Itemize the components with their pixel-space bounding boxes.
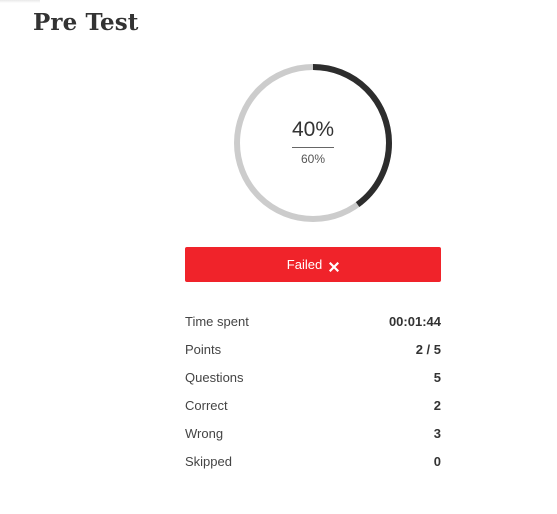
failed-status-button[interactable]: Failed <box>185 247 441 282</box>
stat-row-skipped: Skipped 0 <box>185 447 441 475</box>
page-title: Pre Test <box>33 9 139 36</box>
stat-row-points: Points 2 / 5 <box>185 335 441 363</box>
stat-label: Correct <box>185 397 228 413</box>
stat-label: Wrong <box>185 425 224 441</box>
stat-value: 2 / 5 <box>415 341 441 357</box>
stat-row-time-spent: Time spent 00:01:44 <box>185 307 441 335</box>
score-divider <box>292 147 334 148</box>
stat-label: Points <box>185 341 222 357</box>
status-label: Failed <box>286 257 323 272</box>
stat-label: Skipped <box>185 453 232 469</box>
score-percent: 40% <box>291 118 335 141</box>
score-ring: 40% 60% <box>232 62 394 224</box>
stat-row-wrong: Wrong 3 <box>185 419 441 447</box>
score-ring-text: 40% 60% <box>232 62 394 224</box>
stats-list: Time spent 00:01:44 Points 2 / 5 Questio… <box>185 307 441 475</box>
top-shadow <box>0 0 40 3</box>
stat-row-questions: Questions 5 <box>185 363 441 391</box>
passing-percent: 60% <box>300 152 326 166</box>
stat-value: 3 <box>433 425 441 441</box>
stat-value: 5 <box>433 369 441 385</box>
close-icon <box>329 260 340 272</box>
stat-label: Questions <box>185 369 244 385</box>
stat-row-correct: Correct 2 <box>185 391 441 419</box>
stat-value: 00:01:44 <box>388 313 441 329</box>
stat-value: 2 <box>433 397 441 413</box>
stat-label: Time spent <box>185 313 249 329</box>
stat-value: 0 <box>433 453 441 469</box>
